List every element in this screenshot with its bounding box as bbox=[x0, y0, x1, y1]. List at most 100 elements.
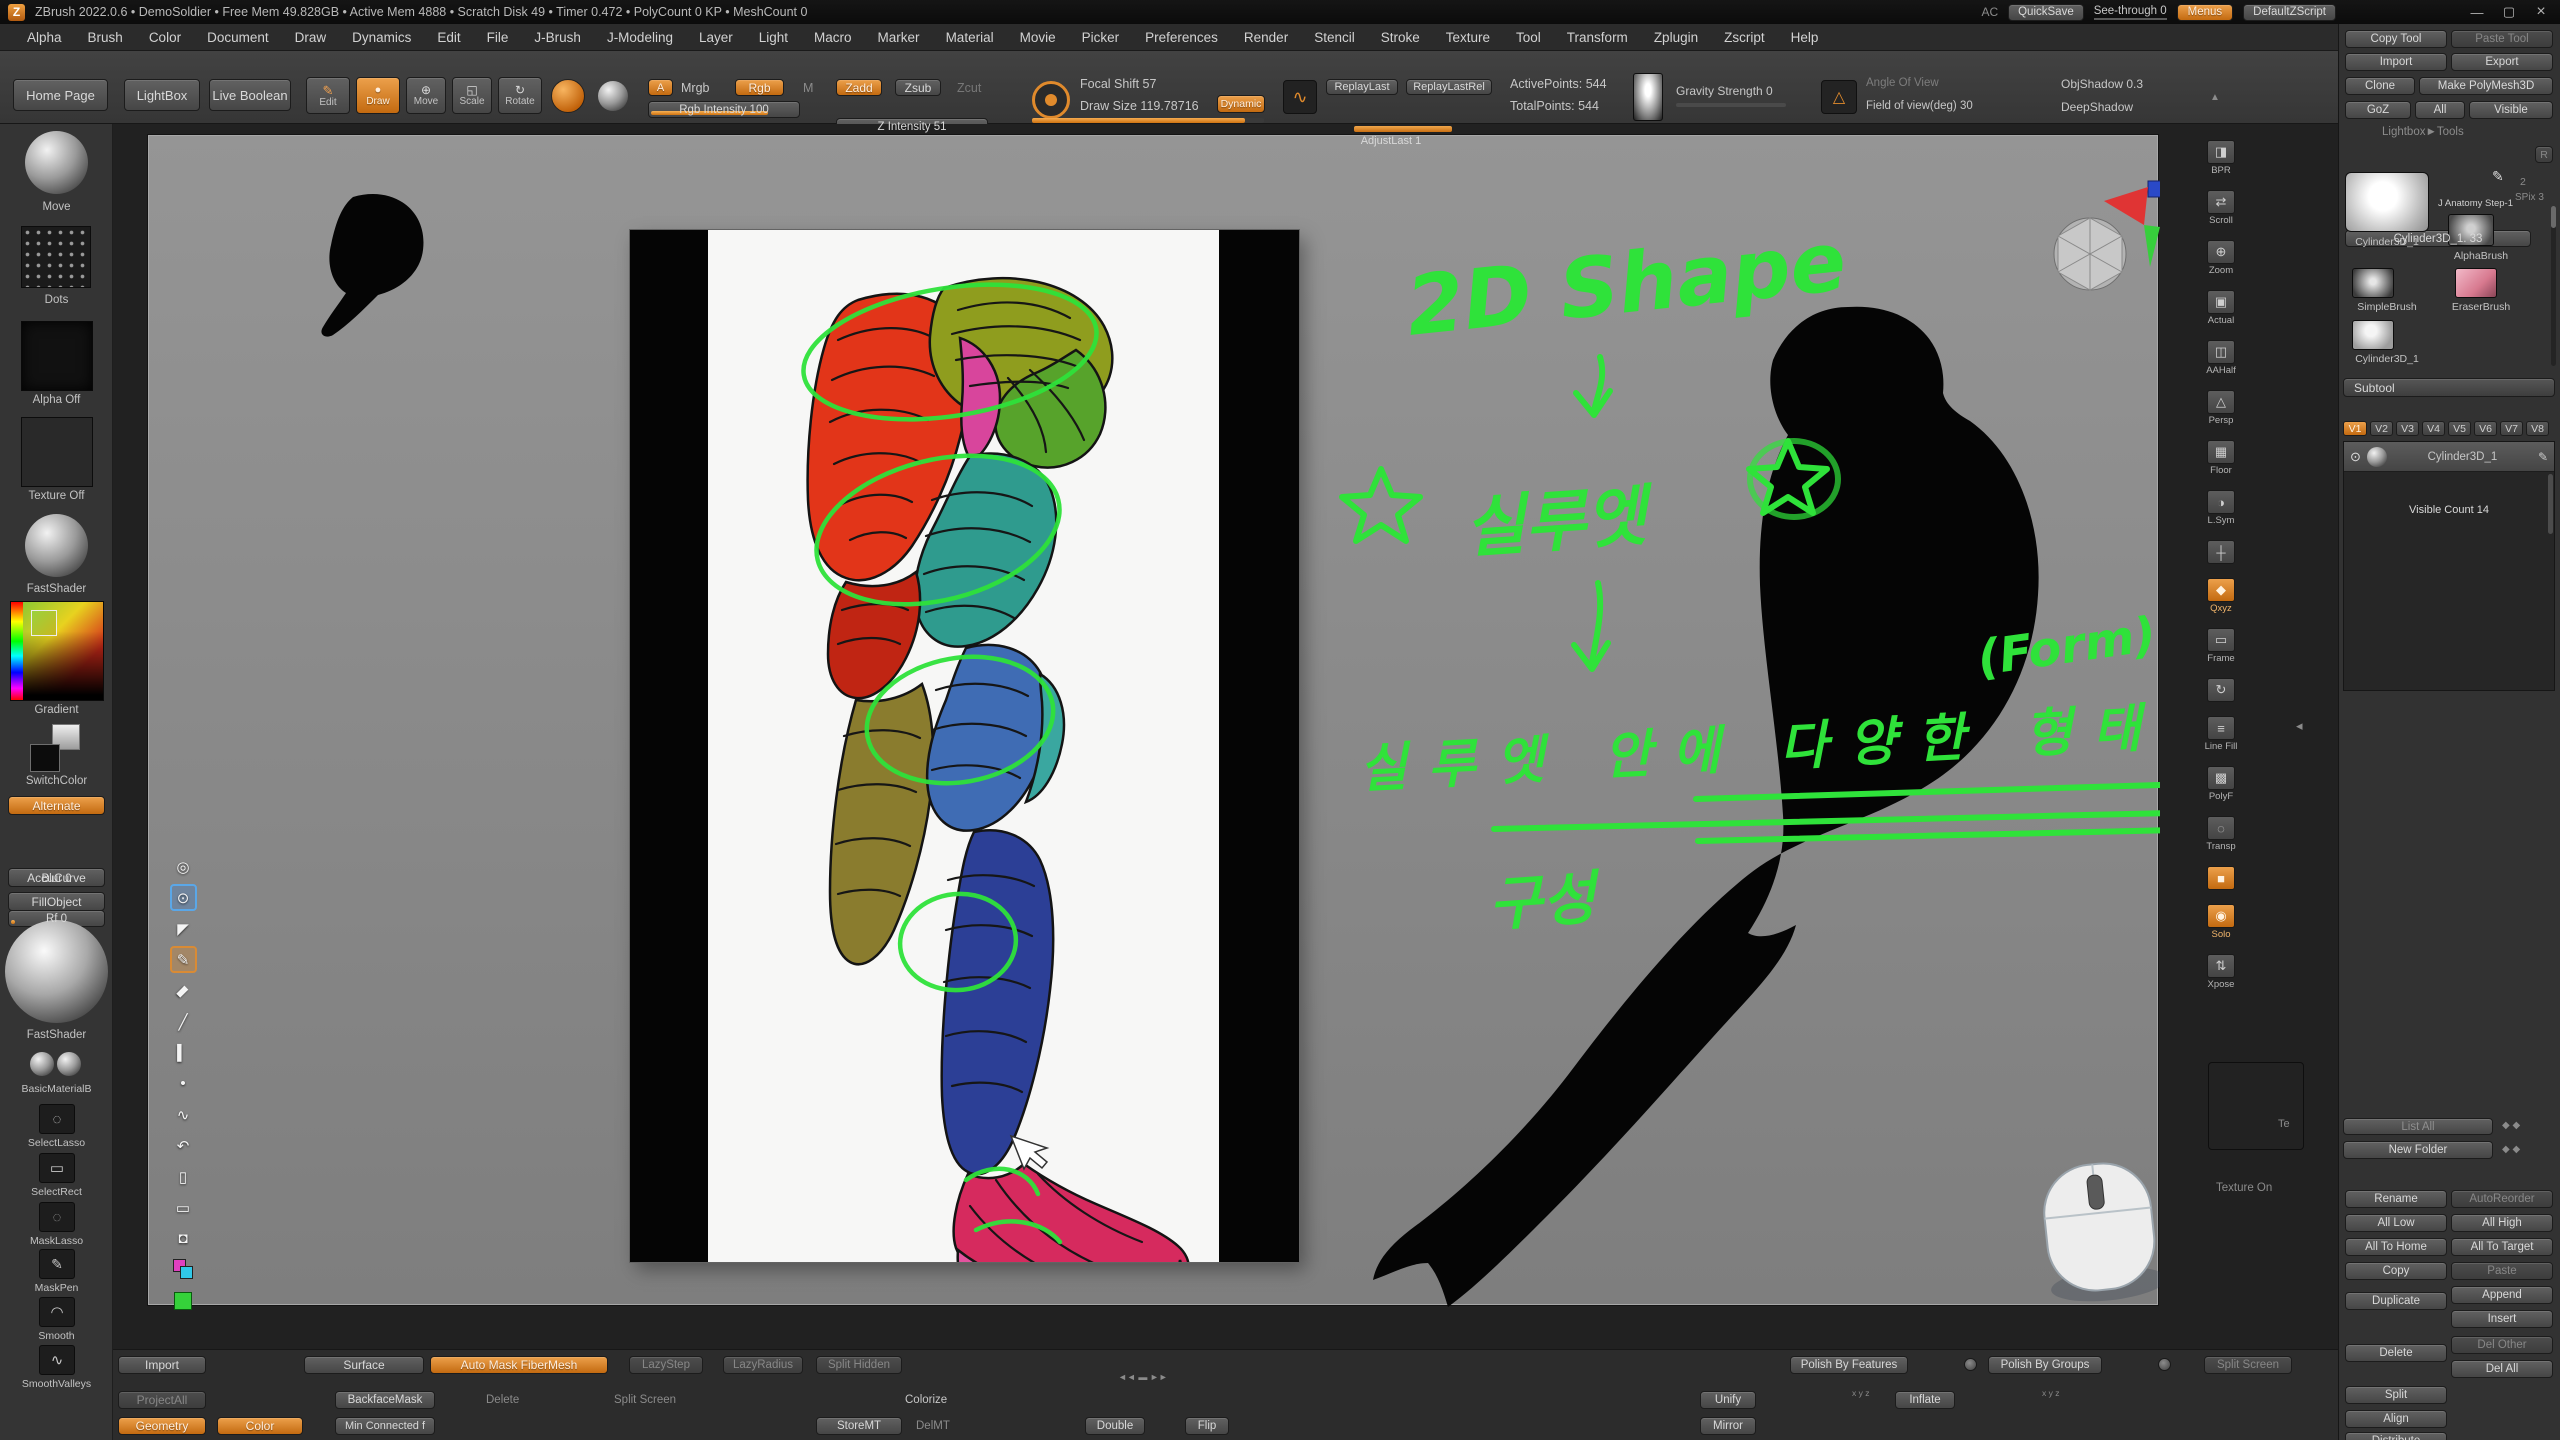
ring-icon[interactable]: ◎ bbox=[170, 853, 197, 880]
aahalf-button[interactable]: ◫AAHalf bbox=[2201, 340, 2241, 376]
panel-divider-arrow[interactable]: ◂ bbox=[2296, 718, 2303, 734]
menu-document[interactable]: Document bbox=[194, 30, 282, 45]
focal-shift-slider[interactable]: Focal Shift 57 bbox=[1080, 77, 1156, 91]
zoom-button[interactable]: ⊕Zoom bbox=[2201, 240, 2241, 276]
frame-button[interactable]: ▭Frame bbox=[2201, 628, 2241, 664]
append-button[interactable]: Append bbox=[2451, 1286, 2553, 1304]
replay-last-button[interactable]: ReplayLast bbox=[1326, 79, 1398, 95]
deepshadow-slider[interactable]: DeepShadow bbox=[2061, 100, 2133, 114]
rgb-intensity-slider[interactable]: Rgb Intensity 100 bbox=[648, 101, 800, 118]
clone-button[interactable]: Clone bbox=[2345, 77, 2415, 95]
lightbox-button[interactable]: LightBox bbox=[124, 79, 200, 111]
menu-macro[interactable]: Macro bbox=[801, 30, 865, 45]
menu-material[interactable]: Material bbox=[933, 30, 1007, 45]
color-button[interactable]: Color bbox=[217, 1417, 303, 1435]
paint-chip-a[interactable]: A bbox=[648, 79, 673, 96]
edit-mode-button[interactable]: ✎ Edit bbox=[306, 77, 350, 114]
goz-button[interactable]: GoZ bbox=[2345, 101, 2411, 119]
cursor-icon[interactable]: ◤ bbox=[170, 915, 197, 942]
material-thumbnail[interactable] bbox=[25, 514, 88, 577]
del-all-button[interactable]: Del All bbox=[2451, 1360, 2553, 1378]
polish-groups-mode-dot[interactable] bbox=[2158, 1358, 2171, 1371]
unify-xyz-toggles[interactable]: x y z bbox=[1852, 1388, 1869, 1398]
texture-off-thumbnail[interactable] bbox=[21, 417, 93, 487]
switchcolor-widget[interactable] bbox=[30, 724, 80, 772]
polish-by-features-slider[interactable]: Polish By Features bbox=[1790, 1356, 1908, 1374]
subtool-eye-icon[interactable]: ⊙ bbox=[2350, 449, 2361, 465]
ghost-button[interactable]: ■ bbox=[2201, 866, 2241, 890]
min-connected-slider[interactable]: Min Connected f bbox=[335, 1417, 435, 1435]
bpr-button[interactable]: ◨BPR bbox=[2201, 140, 2241, 176]
perspective-icon[interactable]: △ bbox=[1821, 80, 1857, 114]
draw-mode-button[interactable]: ● Draw bbox=[356, 77, 400, 114]
menu-zscript[interactable]: Zscript bbox=[1711, 30, 1778, 45]
insert-button[interactable]: Insert bbox=[2451, 1310, 2553, 1328]
m-button[interactable]: M bbox=[803, 81, 813, 95]
fillobject-button[interactable]: FillObject bbox=[8, 892, 105, 911]
subtool-row[interactable]: ⊙ Cylinder3D_1 ✎ bbox=[2344, 442, 2554, 472]
lazystep-slider[interactable]: LazyStep bbox=[629, 1356, 703, 1374]
alpha-thumbnail[interactable] bbox=[1633, 73, 1663, 121]
list-all-arrows[interactable]: ◆ ◆ bbox=[2502, 1120, 2520, 1131]
list-all-button[interactable]: List All bbox=[2343, 1118, 2493, 1135]
subtool-scrollbar[interactable] bbox=[2548, 474, 2553, 534]
menu-edit[interactable]: Edit bbox=[424, 30, 473, 45]
automask-fibermesh-button[interactable]: Auto Mask FiberMesh bbox=[430, 1356, 608, 1374]
geometry-button[interactable]: Geometry bbox=[118, 1417, 206, 1435]
select-lasso-button[interactable]: ◌ bbox=[39, 1104, 75, 1134]
menu-transform[interactable]: Transform bbox=[1554, 30, 1641, 45]
tab-v5[interactable]: V5 bbox=[2448, 421, 2471, 436]
flip-button[interactable]: Flip bbox=[1185, 1417, 1229, 1435]
solo-button[interactable]: ◉Solo bbox=[2201, 904, 2241, 940]
tab-v8[interactable]: V8 bbox=[2526, 421, 2549, 436]
floor-button[interactable]: ▦Floor bbox=[2201, 440, 2241, 476]
lazyradius-slider[interactable]: LazyRadius bbox=[723, 1356, 803, 1374]
zsub-button[interactable]: Zsub bbox=[895, 79, 941, 96]
highlighter-icon[interactable]: ▮ bbox=[164, 971, 202, 1009]
stroke-dots-thumbnail[interactable] bbox=[21, 226, 91, 288]
close-button[interactable]: × bbox=[2530, 3, 2552, 21]
all-low-button[interactable]: All Low bbox=[2345, 1214, 2447, 1232]
rotate3d-button[interactable]: ↻ bbox=[2201, 678, 2241, 702]
menu-jbrush[interactable]: J-Brush bbox=[521, 30, 594, 45]
menu-help[interactable]: Help bbox=[1778, 30, 1832, 45]
menu-texture[interactable]: Texture bbox=[1433, 30, 1503, 45]
delete-subtool-button[interactable]: Delete bbox=[2345, 1344, 2447, 1362]
all-to-target-button[interactable]: All To Target bbox=[2451, 1238, 2553, 1256]
menu-jmodeling[interactable]: J-Modeling bbox=[594, 30, 686, 45]
mask-lasso-button[interactable]: ◌ bbox=[39, 1202, 75, 1232]
canvas-nav-arrows[interactable]: ◄◄ ▬ ►► bbox=[1118, 1372, 1168, 1382]
color-chips[interactable] bbox=[170, 1256, 197, 1283]
storemt-button[interactable]: StoreMT bbox=[816, 1417, 902, 1435]
rf-slider[interactable]: Rf 0 bbox=[8, 910, 105, 927]
sv-area[interactable] bbox=[23, 602, 103, 700]
zadd-button[interactable]: Zadd bbox=[836, 79, 882, 96]
polish-by-groups-slider[interactable]: Polish By Groups bbox=[1988, 1356, 2102, 1374]
focal-shift-icon[interactable] bbox=[1032, 81, 1070, 119]
import-tool-button[interactable]: Import bbox=[2345, 53, 2447, 71]
inflate-xyz-toggles[interactable]: x y z bbox=[2042, 1388, 2059, 1398]
trash-icon[interactable]: ▯ bbox=[170, 1163, 197, 1190]
mask-pen-button[interactable]: ✎ bbox=[39, 1249, 75, 1279]
align-button[interactable]: Align bbox=[2345, 1410, 2447, 1428]
scroll-button[interactable]: ⇄Scroll bbox=[2201, 190, 2241, 226]
xpose-button[interactable]: ⇅Xpose bbox=[2201, 954, 2241, 990]
tab-v4[interactable]: V4 bbox=[2422, 421, 2445, 436]
menu-light[interactable]: Light bbox=[746, 30, 801, 45]
menu-render[interactable]: Render bbox=[1231, 30, 1301, 45]
spline-icon[interactable]: ∿ bbox=[170, 1101, 197, 1128]
active-color-chip[interactable] bbox=[170, 1287, 197, 1314]
stroke-move-thumbnail[interactable] bbox=[25, 131, 88, 194]
zscript-button[interactable]: DefaultZScript bbox=[2243, 4, 2336, 21]
goz-visible-button[interactable]: Visible bbox=[2469, 101, 2553, 119]
seethrough-slider[interactable]: See-through 0 bbox=[2094, 5, 2167, 20]
tab-v3[interactable]: V3 bbox=[2396, 421, 2419, 436]
tool-r-button[interactable]: R bbox=[2535, 146, 2553, 163]
minimize-button[interactable]: — bbox=[2466, 5, 2488, 20]
dot-icon[interactable]: • bbox=[170, 1070, 197, 1097]
recent-tool-thumbnail[interactable] bbox=[2352, 320, 2394, 350]
polish-features-mode-dot[interactable] bbox=[1964, 1358, 1977, 1371]
inflate-slider[interactable]: Inflate bbox=[1895, 1391, 1955, 1409]
unify-button[interactable]: Unify bbox=[1700, 1391, 1756, 1409]
menu-draw[interactable]: Draw bbox=[282, 30, 340, 45]
